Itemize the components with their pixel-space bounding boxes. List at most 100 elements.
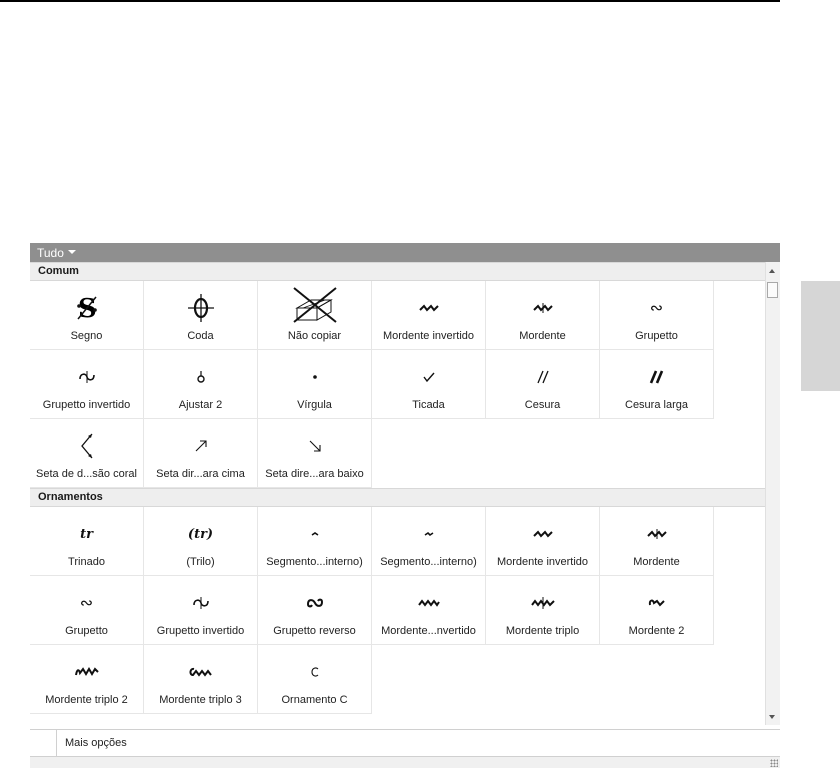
symbol-cell-mordent[interactable]: Mordente <box>600 507 714 576</box>
symbol-cell-divisi-arrow[interactable]: Seta de d...são coral <box>30 419 144 488</box>
symbol-cell-inverted-turn[interactable]: Grupetto invertido <box>30 350 144 419</box>
segment-long-icon <box>372 517 485 551</box>
trill-parenthesized-icon: (tr) <box>187 526 214 542</box>
symbol-cell-inverted-mordent[interactable]: Mordente invertido <box>372 281 486 350</box>
comma-icon <box>258 360 371 394</box>
palette-scroll-area[interactable]: Comum S Segno Coda Não copiar <box>30 262 765 725</box>
symbol-cell-trill[interactable]: tr Trinado <box>30 507 144 576</box>
category-dropdown[interactable]: Tudo <box>30 243 780 262</box>
symbol-cell-tick[interactable]: Ticada <box>372 350 486 419</box>
segno-icon: S <box>30 291 143 325</box>
symbol-cell-inverted-turn[interactable]: Grupetto invertido <box>144 576 258 645</box>
inverted-mordent-icon <box>486 517 599 551</box>
symbol-label: Grupetto reverso <box>273 625 356 637</box>
chevron-down-icon <box>67 249 76 254</box>
symbol-label: Mordente invertido <box>382 330 475 342</box>
symbol-cell-inverted-mordent[interactable]: Mordente invertido <box>486 507 600 576</box>
trill-icon: tr <box>80 526 93 542</box>
symbol-label: Seta dir...ara cima <box>156 468 245 480</box>
symbol-grid-ornamentos: tr Trinado (tr) (Trilo) Segmento...inter… <box>30 507 765 714</box>
caesura-icon <box>486 360 599 394</box>
more-options-link[interactable]: Mais opções <box>65 737 127 749</box>
symbol-grid-comum: S Segno Coda Não copiar Morden <box>30 281 765 488</box>
section-header-ornamentos: Ornamentos <box>30 488 765 507</box>
inverted-mordent-icon <box>372 291 485 325</box>
symbol-cell-mordent[interactable]: Mordente <box>486 281 600 350</box>
symbol-cell-coda[interactable]: Coda <box>144 281 258 350</box>
symbol-label: Cesura <box>524 399 561 411</box>
palette-footer: Mais opções <box>30 729 780 757</box>
turn-icon: ∾ <box>79 593 94 612</box>
long-inverted-mordent-icon <box>372 586 485 620</box>
section-header-comum: Comum <box>30 262 765 281</box>
symbol-label: Segmento...interno) <box>266 556 363 568</box>
symbol-label: Mordente triplo <box>505 625 580 637</box>
scroll-thumb[interactable] <box>767 282 778 298</box>
symbol-label: Mordente 2 <box>628 625 685 637</box>
symbol-cell-trill-parens[interactable]: (tr) (Trilo) <box>144 507 258 576</box>
symbol-label: Ticada <box>412 399 445 411</box>
symbol-label: Ornamento C <box>281 694 348 706</box>
symbol-label: Mordente triplo 3 <box>159 694 242 706</box>
adjust-icon <box>144 360 257 394</box>
top-rule <box>0 0 780 2</box>
symbol-label: Não copiar <box>287 330 342 342</box>
symbol-cell-segno[interactable]: S Segno <box>30 281 144 350</box>
symbol-cell-triple-mordent[interactable]: Mordente triplo <box>486 576 600 645</box>
no-copy-icon <box>258 285 371 325</box>
category-dropdown-label: Tudo <box>37 245 64 260</box>
symbol-label: (Trilo) <box>186 556 215 568</box>
inverted-turn-icon <box>144 586 257 620</box>
symbol-cell-triple-mordent-3[interactable]: Mordente triplo 3 <box>144 645 258 714</box>
symbol-cell-thick-caesura[interactable]: Cesura larga <box>600 350 714 419</box>
symbol-cell-caesura[interactable]: Cesura <box>486 350 600 419</box>
symbol-cell-adjust-2[interactable]: Ajustar 2 <box>144 350 258 419</box>
triple-mordent-3-icon <box>144 655 257 689</box>
symbol-label: Mordente...nvertido <box>381 625 476 637</box>
symbol-cell-long-inverted-mordent[interactable]: Mordente...nvertido <box>372 576 486 645</box>
symbol-cell-mordent-2[interactable]: Mordente 2 <box>600 576 714 645</box>
triple-mordent-2-icon <box>30 655 143 689</box>
symbol-label: Grupetto <box>635 330 678 342</box>
thick-caesura-icon <box>600 360 713 394</box>
symbol-cell-reverse-turn[interactable]: Grupetto reverso <box>258 576 372 645</box>
divisi-arrow-icon <box>30 429 143 463</box>
symbol-cell-comma[interactable]: Vírgula <box>258 350 372 419</box>
symbol-label: Coda <box>187 330 214 342</box>
symbol-label: Grupetto invertido <box>42 399 131 411</box>
coda-icon <box>144 291 257 325</box>
symbol-cell-segment-short[interactable]: Segmento...interno) <box>258 507 372 576</box>
symbol-label: Grupetto <box>65 625 108 637</box>
mordent-icon <box>486 291 599 325</box>
status-bar <box>30 757 780 768</box>
symbol-cell-no-copy[interactable]: Não copiar <box>258 281 372 350</box>
symbol-cell-segment-long[interactable]: Segmento...interno) <box>372 507 486 576</box>
resize-grip-icon[interactable] <box>770 759 778 767</box>
segment-short-icon <box>258 517 371 551</box>
scroll-down-arrow-icon[interactable] <box>769 715 775 719</box>
symbol-cell-turn[interactable]: ∾ Grupetto <box>30 576 144 645</box>
symbol-cell-turn[interactable]: ∾ Grupetto <box>600 281 714 350</box>
side-panel-tab[interactable] <box>801 281 840 391</box>
symbol-label: Mordente <box>633 556 680 568</box>
symbol-palette: Tudo Comum S Segno Coda Não c <box>30 243 780 768</box>
scroll-up-arrow-icon[interactable] <box>769 269 775 273</box>
inverted-turn-icon <box>30 360 143 394</box>
symbol-label: Seta dire...ara baixo <box>265 468 364 480</box>
symbol-label: Mordente invertido <box>496 556 589 568</box>
symbol-cell-ornament-c[interactable]: Ornamento C <box>258 645 372 714</box>
symbol-label: Vírgula <box>297 399 332 411</box>
symbol-label: Ajustar 2 <box>178 399 223 411</box>
mordent-icon <box>600 517 713 551</box>
symbol-label: Grupetto invertido <box>156 625 245 637</box>
more-options-toggle[interactable] <box>36 730 57 756</box>
arrow-up-right-icon <box>144 429 257 463</box>
reverse-turn-icon <box>258 586 371 620</box>
symbol-label: Mordente <box>519 330 566 342</box>
triple-mordent-icon <box>486 586 599 620</box>
symbol-cell-triple-mordent-2[interactable]: Mordente triplo 2 <box>30 645 144 714</box>
symbol-cell-arrow-down[interactable]: Seta dire...ara baixo <box>258 419 372 488</box>
symbol-cell-arrow-up[interactable]: Seta dir...ara cima <box>144 419 258 488</box>
symbol-label: Mordente triplo 2 <box>45 694 128 706</box>
vertical-scrollbar[interactable] <box>765 262 780 725</box>
